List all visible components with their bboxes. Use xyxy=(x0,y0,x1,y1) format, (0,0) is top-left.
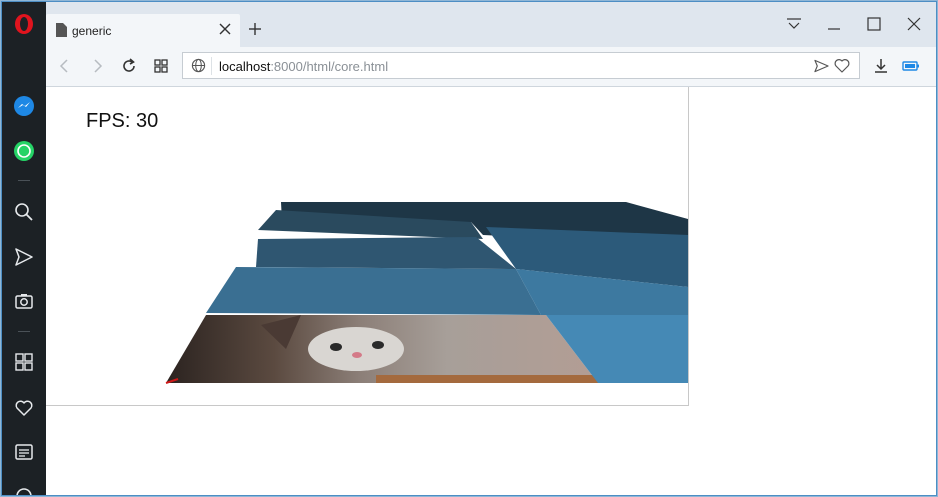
url-text[interactable]: localhost:8000/html/core.html xyxy=(219,59,388,74)
browser-window: generic localhost:8000/html/core.html FP… xyxy=(1,1,937,496)
cat-eye-right xyxy=(372,341,384,349)
send-page-icon[interactable] xyxy=(814,59,829,73)
address-toolbar: localhost:8000/html/core.html xyxy=(46,47,936,87)
cat-nose xyxy=(352,352,362,358)
sidebar-separator xyxy=(18,331,30,332)
close-tab-icon[interactable] xyxy=(218,22,232,36)
speed-dial-icon[interactable] xyxy=(12,350,36,374)
messenger-icon[interactable] xyxy=(12,94,36,118)
mesh-band-middle xyxy=(256,237,516,269)
sidebar xyxy=(2,2,46,495)
fps-counter: FPS: 30 xyxy=(86,110,159,132)
new-tab-icon[interactable] xyxy=(248,22,262,36)
news-icon[interactable] xyxy=(12,440,36,464)
webgl-canvas[interactable]: FPS: 30 xyxy=(46,87,689,406)
url-path: :8000/html/core.html xyxy=(270,59,389,74)
sidebar-separator xyxy=(18,180,30,181)
mesh-band-lower xyxy=(206,267,541,315)
tab-bar: generic xyxy=(46,2,936,47)
download-icon[interactable] xyxy=(872,57,890,75)
reload-icon[interactable] xyxy=(120,57,138,75)
tab-menu-icon[interactable] xyxy=(786,16,802,32)
cat-face xyxy=(308,327,404,371)
maximize-icon[interactable] xyxy=(866,16,882,32)
tab-title: generic xyxy=(72,24,112,38)
minimize-icon[interactable] xyxy=(826,16,842,32)
close-window-icon[interactable] xyxy=(906,16,922,32)
tab-generic[interactable]: generic xyxy=(46,14,240,47)
cat-eye-left xyxy=(330,343,342,351)
camera-icon[interactable] xyxy=(12,289,36,313)
globe-icon xyxy=(191,58,206,73)
url-host: localhost xyxy=(219,59,271,74)
heart-icon[interactable] xyxy=(12,396,36,420)
address-separator xyxy=(211,57,212,75)
whatsapp-icon[interactable] xyxy=(12,139,36,163)
battery-saver-icon[interactable] xyxy=(902,57,920,75)
page-icon xyxy=(56,23,67,37)
history-icon[interactable] xyxy=(12,484,36,495)
floor-strip xyxy=(376,375,598,383)
forward-icon[interactable] xyxy=(88,57,106,75)
address-bar[interactable]: localhost:8000/html/core.html xyxy=(182,52,860,79)
send-icon[interactable] xyxy=(12,245,36,269)
back-icon[interactable] xyxy=(56,57,74,75)
tabs-grid-icon[interactable] xyxy=(152,57,170,75)
bookmark-heart-icon[interactable] xyxy=(834,58,850,73)
opera-logo-icon[interactable] xyxy=(12,12,36,36)
page-viewport: FPS: 30 xyxy=(46,87,936,495)
rendered-scene xyxy=(165,202,688,384)
search-icon[interactable] xyxy=(12,200,36,224)
